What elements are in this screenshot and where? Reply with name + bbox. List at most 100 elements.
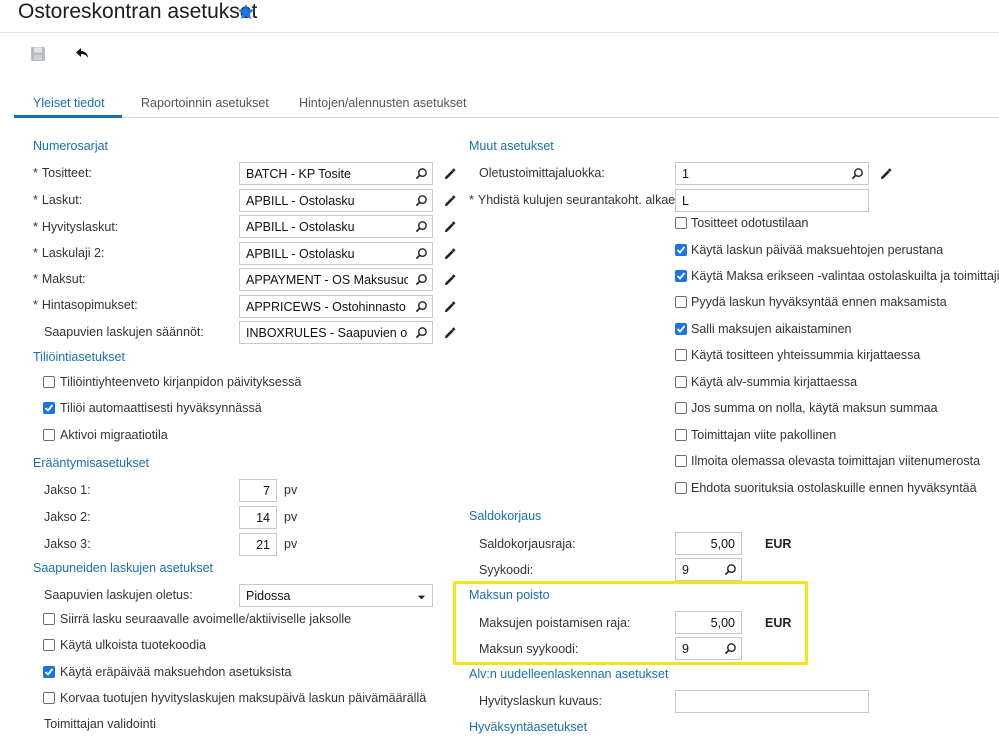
checkbox-label: Käytä tositteen yhteissummia kirjattaess… bbox=[691, 348, 921, 362]
label-saapuvien-laskujen-oletus: Saapuvien laskujen oletus: bbox=[44, 588, 193, 602]
laskut-field[interactable]: APBILL - Ostolasku bbox=[239, 189, 433, 212]
saldokorjausraja-field[interactable]: 5,00 bbox=[675, 532, 742, 555]
page-title: Ostoreskontran asetukset bbox=[18, 0, 258, 23]
checkbox-ilmoita-viitenumero[interactable] bbox=[675, 455, 687, 467]
checkbox-label: Korvaa tuotujen hyvityslaskujen maksupäi… bbox=[60, 691, 427, 705]
yhdista-kulujen-field[interactable]: L bbox=[675, 189, 869, 212]
hyvityslaskut-field[interactable]: APBILL - Ostolasku bbox=[239, 215, 433, 238]
checkbox-tiliointiyhteenveto[interactable] bbox=[43, 376, 55, 388]
checkbox-migraatiotila[interactable] bbox=[43, 429, 55, 441]
checkbox-label: Käytä alv-summia kirjattaessa bbox=[691, 375, 858, 389]
edit-icon[interactable] bbox=[879, 168, 892, 181]
edit-icon[interactable] bbox=[443, 301, 456, 314]
checkbox-tilioi-automaattisesti[interactable] bbox=[43, 402, 55, 414]
search-icon[interactable] bbox=[415, 247, 428, 260]
maksut-field[interactable]: APPAYMENT - OS Maksusuoritus bbox=[239, 268, 433, 291]
checkbox-siirra-lasku[interactable] bbox=[43, 613, 55, 625]
required-marker: * bbox=[33, 193, 38, 207]
checkbox-label: Aktivoi migraatiotila bbox=[60, 428, 168, 442]
checkbox-alv-summat[interactable] bbox=[675, 376, 687, 388]
checkbox-salli-aikaistaminen[interactable] bbox=[675, 323, 687, 335]
checkbox-tositteet-odotustilaan[interactable] bbox=[675, 217, 687, 229]
unit-pv: pv bbox=[284, 483, 298, 497]
checkbox-label: Käytä eräpäivää maksuehdon asetuksista bbox=[60, 665, 292, 679]
section-saldokorjaus: Saldokorjaus bbox=[469, 509, 542, 523]
hyvityslaskun-kuvaus-field[interactable] bbox=[675, 690, 869, 713]
required-marker: * bbox=[33, 272, 38, 286]
search-icon[interactable] bbox=[415, 300, 428, 313]
required-marker: * bbox=[33, 166, 38, 180]
checkbox-label: Salli maksujen aikaistaminen bbox=[691, 322, 852, 336]
edit-icon[interactable] bbox=[443, 327, 456, 340]
checkbox-erapaiva-maksuehdosta[interactable] bbox=[43, 666, 55, 678]
label-syykoodi: Syykoodi: bbox=[479, 563, 534, 577]
checkbox-laskun-paiva-maksuehdot[interactable] bbox=[675, 244, 687, 256]
checkbox-label: Tositteet odotustilaan bbox=[691, 216, 809, 230]
header-divider bbox=[0, 32, 999, 33]
search-icon[interactable] bbox=[415, 167, 428, 180]
checkbox-label: Käytä ulkoista tuotekoodia bbox=[60, 638, 206, 652]
checkbox-label: Ehdota suorituksia ostolaskuille ennen h… bbox=[691, 481, 977, 495]
checkbox-label: Ilmoita olemassa olevasta toimittajan vi… bbox=[691, 454, 981, 468]
maksujen-poistamisen-raja-field[interactable]: 5,00 bbox=[675, 611, 742, 634]
section-tiliointiasetukset: Tiliöintiasetukset bbox=[33, 350, 125, 364]
syykoodi-field[interactable]: 9 bbox=[675, 558, 742, 581]
label-jakso-3: Jakso 3: bbox=[44, 537, 91, 551]
label-tositteet: * Tositteet: bbox=[33, 166, 92, 180]
section-eraantymisasetukset: Erääntymisasetukset bbox=[33, 456, 150, 470]
section-muut-asetukset: Muut asetukset bbox=[469, 139, 554, 153]
saapuvien-laskujen-oletus-select[interactable]: Pidossa bbox=[239, 584, 433, 607]
label-saldokorjausraja: Saldokorjausraja: bbox=[479, 537, 576, 551]
edit-icon[interactable] bbox=[443, 221, 456, 234]
save-icon[interactable] bbox=[29, 45, 47, 63]
label-maksut: * Maksut: bbox=[33, 272, 86, 286]
search-icon[interactable] bbox=[415, 194, 428, 207]
checkbox-ehdota-suorituksia[interactable] bbox=[675, 482, 687, 494]
hintasopimukset-field[interactable]: APPRICEWS - Ostohinnasto bbox=[239, 295, 433, 318]
search-icon[interactable] bbox=[415, 220, 428, 233]
search-icon[interactable] bbox=[724, 563, 737, 576]
tab-yleiset-tiedot[interactable]: Yleiset tiedot bbox=[33, 96, 105, 110]
unit-pv: pv bbox=[284, 537, 298, 551]
search-icon[interactable] bbox=[415, 273, 428, 286]
search-icon[interactable] bbox=[415, 326, 428, 339]
checkbox-viite-pakollinen[interactable] bbox=[675, 429, 687, 441]
label-laskulaji-2: * Laskulaji 2: bbox=[33, 246, 105, 260]
chevron-down-icon[interactable] bbox=[415, 591, 428, 604]
currency-label: EUR bbox=[765, 537, 792, 551]
edit-icon[interactable] bbox=[443, 195, 456, 208]
checkbox-label: Jos summa on nolla, käytä maksun summaa bbox=[691, 401, 938, 415]
oletustoimittajaluokka-field[interactable]: 1 bbox=[675, 162, 869, 185]
checkbox-pyyda-hyvaksyntaa[interactable] bbox=[675, 296, 687, 308]
checkbox-label: Käytä Maksa erikseen -valintaa ostolasku… bbox=[691, 269, 999, 283]
tab-raportoinnin-asetukset[interactable]: Raportoinnin asetukset bbox=[141, 96, 269, 110]
search-icon[interactable] bbox=[724, 642, 737, 655]
checkbox-ulkoinen-tuotekoodi[interactable] bbox=[43, 639, 55, 651]
tositteet-field[interactable]: BATCH - KP Tosite bbox=[239, 162, 433, 185]
label-maksujen-poistamisen-raja: Maksujen poistamisen raja: bbox=[479, 616, 631, 630]
checkbox-maksa-erikseen[interactable] bbox=[675, 270, 687, 282]
required-marker: * bbox=[33, 298, 38, 312]
label-toimittajan-validointi: Toimittajan validointi bbox=[44, 717, 156, 731]
section-saapuneiden-laskujen-asetukset: Saapuneiden laskujen asetukset bbox=[33, 561, 213, 575]
section-hyvaksyntaasetukset: Hyväksyntäasetukset bbox=[469, 720, 588, 734]
jakso-3-field[interactable]: 21 bbox=[239, 533, 277, 556]
maksun-syykoodi-field[interactable]: 9 bbox=[675, 637, 742, 660]
tab-hintojen-alennusten-asetukset[interactable]: Hintojen/alennusten asetukset bbox=[299, 96, 466, 110]
checkbox-summa-nolla[interactable] bbox=[675, 402, 687, 414]
undo-icon[interactable] bbox=[74, 45, 92, 63]
checkbox-korvaa-maksupaiva[interactable] bbox=[43, 692, 55, 704]
jakso-2-field[interactable]: 14 bbox=[239, 506, 277, 529]
saapuvien-laskujen-saannot-field[interactable]: INBOXRULES - Saapuvien ostolaskujen sään… bbox=[239, 321, 433, 344]
edit-icon[interactable] bbox=[443, 274, 456, 287]
label-maksun-syykoodi: Maksun syykoodi: bbox=[479, 642, 579, 656]
edit-icon[interactable] bbox=[443, 168, 456, 181]
checkbox-label: Pyydä laskun hyväksyntää ennen maksamist… bbox=[691, 295, 947, 309]
star-icon[interactable] bbox=[236, 2, 256, 22]
section-maksun-poisto: Maksun poisto bbox=[469, 588, 550, 602]
search-icon[interactable] bbox=[851, 167, 864, 180]
edit-icon[interactable] bbox=[443, 248, 456, 261]
checkbox-yhteissummat[interactable] bbox=[675, 349, 687, 361]
laskulaji-2-field[interactable]: APBILL - Ostolasku bbox=[239, 242, 433, 265]
jakso-1-field[interactable]: 7 bbox=[239, 479, 277, 502]
